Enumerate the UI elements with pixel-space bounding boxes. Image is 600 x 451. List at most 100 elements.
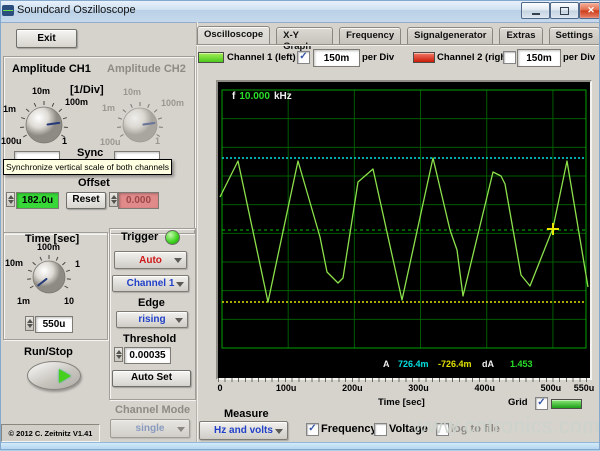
- tab-bar: Oscilloscope X-Y Graph Frequency Signalgene…: [197, 27, 600, 44]
- watermark: www.cntronics.com: [412, 415, 600, 439]
- dropdown-arrow-icon: [275, 429, 283, 434]
- threshold-spinner[interactable]: [114, 347, 123, 362]
- trigger-edge-value: rising: [138, 314, 165, 325]
- channel2-enable-checkbox[interactable]: [503, 51, 516, 64]
- trigger-title: Trigger: [121, 231, 158, 243]
- x-tick-label: 200u: [342, 383, 363, 393]
- ch1-scale-1m: 1m: [3, 104, 16, 114]
- tab-oscilloscope[interactable]: Oscilloscope: [197, 26, 270, 46]
- ch1-scale-100u: 100u: [1, 136, 22, 146]
- time-scale-100m: 100m: [37, 242, 60, 252]
- ch1-offset-spinner[interactable]: [6, 192, 15, 207]
- play-icon: [59, 369, 71, 383]
- amp-label: A: [383, 359, 390, 369]
- frequency-label: Frequency: [321, 423, 377, 435]
- x-tick-label: 300u: [408, 383, 429, 393]
- x-axis-label: Time [sec]: [378, 397, 425, 408]
- close-icon: ✕: [587, 6, 595, 15]
- trigger-mode-dropdown[interactable]: Auto: [114, 251, 187, 269]
- channel2-color-swatch: [413, 52, 435, 63]
- time-knob[interactable]: [26, 254, 72, 300]
- minimize-button[interactable]: [521, 2, 550, 19]
- auto-set-button[interactable]: Auto Set: [112, 370, 191, 387]
- scope-canvas[interactable]: [218, 82, 590, 378]
- ch1-scale-1: 1: [62, 136, 67, 146]
- maximize-button[interactable]: [550, 2, 579, 19]
- channel1-enable-checkbox[interactable]: [297, 51, 310, 64]
- frequency-checkbox[interactable]: [306, 423, 319, 436]
- time-spinner[interactable]: [25, 316, 34, 331]
- ch1-offset-field[interactable]: 182.0u: [16, 192, 59, 209]
- threshold-label: Threshold: [123, 333, 176, 345]
- time-scale-10m: 10m: [5, 258, 23, 268]
- channel1-scale-input[interactable]: 150m: [313, 49, 360, 67]
- maximize-icon: [560, 7, 569, 15]
- trigger-source-dropdown[interactable]: Channel 1: [112, 275, 189, 292]
- grid-color-swatch: [551, 399, 582, 409]
- amplitude-unit-label: [1/Div]: [70, 84, 104, 96]
- dropdown-arrow-icon: [177, 427, 185, 432]
- grid-checkbox[interactable]: [535, 397, 548, 410]
- channel1-per-div-label: per Div: [362, 52, 394, 63]
- threshold-field[interactable]: 0.00035: [124, 347, 171, 364]
- run-stop-label: Run/Stop: [24, 346, 73, 358]
- x-tick-label: 500u: [541, 383, 562, 393]
- trigger-edge-dropdown[interactable]: rising: [116, 311, 188, 328]
- time-scale-10: 10: [64, 296, 74, 306]
- da-label: dA: [482, 359, 494, 369]
- x-tick-label: 0: [217, 383, 222, 393]
- grid-label: Grid: [508, 397, 528, 408]
- time-field[interactable]: 550u: [35, 316, 73, 333]
- freq-unit: kHz: [274, 91, 292, 102]
- exit-button[interactable]: Exit: [16, 29, 77, 48]
- ch1-scale-100m: 100m: [65, 97, 88, 107]
- ch1-scale-10m: 10m: [32, 86, 50, 96]
- amplitude-ch1-title: Amplitude CH1: [12, 63, 91, 75]
- x-tick-label: 100u: [276, 383, 297, 393]
- x-tick-label: 550u: [574, 383, 595, 393]
- offset-reset-button[interactable]: Reset: [66, 192, 106, 209]
- ch2-scale-100u: 100u: [100, 137, 121, 147]
- ch2-offset-spinner[interactable]: [109, 192, 118, 207]
- measure-mode-value: Hz and volts: [214, 425, 273, 436]
- ch2-scale-100m: 100m: [161, 98, 184, 108]
- x-axis-tick-strip: [218, 378, 588, 382]
- channel1-label: Channel 1 (left): [227, 52, 296, 63]
- tab-signalgenerator[interactable]: Signalgenerator: [407, 27, 493, 45]
- tab-baseline: [196, 44, 600, 46]
- channel1-color-swatch: [198, 52, 224, 63]
- measure-label: Measure: [224, 408, 269, 420]
- sync-tooltip: Synchronize vertical scale of both chann…: [3, 159, 172, 175]
- channel2-label: Channel 2 (right): [437, 52, 512, 63]
- channel-mode-value: single: [136, 423, 165, 434]
- freq-prefix: f: [232, 91, 235, 102]
- edge-label: Edge: [138, 297, 165, 309]
- ch2-offset-field[interactable]: 0.000: [118, 192, 159, 209]
- frequency-readout: f10.000kHz: [232, 91, 296, 102]
- tab-x-y-graph[interactable]: X-Y Graph: [276, 27, 333, 45]
- trigger-led: [165, 230, 180, 245]
- ch2-scale-10m: 10m: [123, 87, 141, 97]
- minimize-icon: [532, 13, 540, 15]
- measure-mode-dropdown[interactable]: Hz and volts: [199, 421, 288, 440]
- tab-settings[interactable]: Settings: [549, 27, 600, 45]
- x-tick-label: 400u: [474, 383, 495, 393]
- run-stop-button[interactable]: [27, 361, 81, 390]
- channel-mode-dropdown[interactable]: single: [110, 419, 190, 438]
- close-button[interactable]: ✕: [579, 2, 600, 19]
- title-bar: Soundcard Oszilloscope ✕: [0, 0, 600, 23]
- trigger-source-value: Channel 1: [127, 278, 175, 289]
- time-scale-1m: 1m: [17, 296, 30, 306]
- app-icon: [2, 5, 14, 16]
- sync-label: Sync: [77, 147, 103, 159]
- window-title: Soundcard Oszilloscope: [17, 4, 136, 16]
- ch2-scale-1m: 1m: [102, 103, 115, 113]
- tab-frequency[interactable]: Frequency: [339, 27, 401, 45]
- amp-max-value: 726.4m: [398, 359, 429, 369]
- offset-label: Offset: [78, 177, 110, 189]
- channel2-scale-input[interactable]: 150m: [517, 49, 561, 67]
- voltage-checkbox[interactable]: [374, 423, 387, 436]
- channel2-per-div-label: per Div: [563, 52, 595, 63]
- tab-extras[interactable]: Extras: [499, 27, 542, 45]
- channel-mode-label: Channel Mode: [115, 404, 190, 416]
